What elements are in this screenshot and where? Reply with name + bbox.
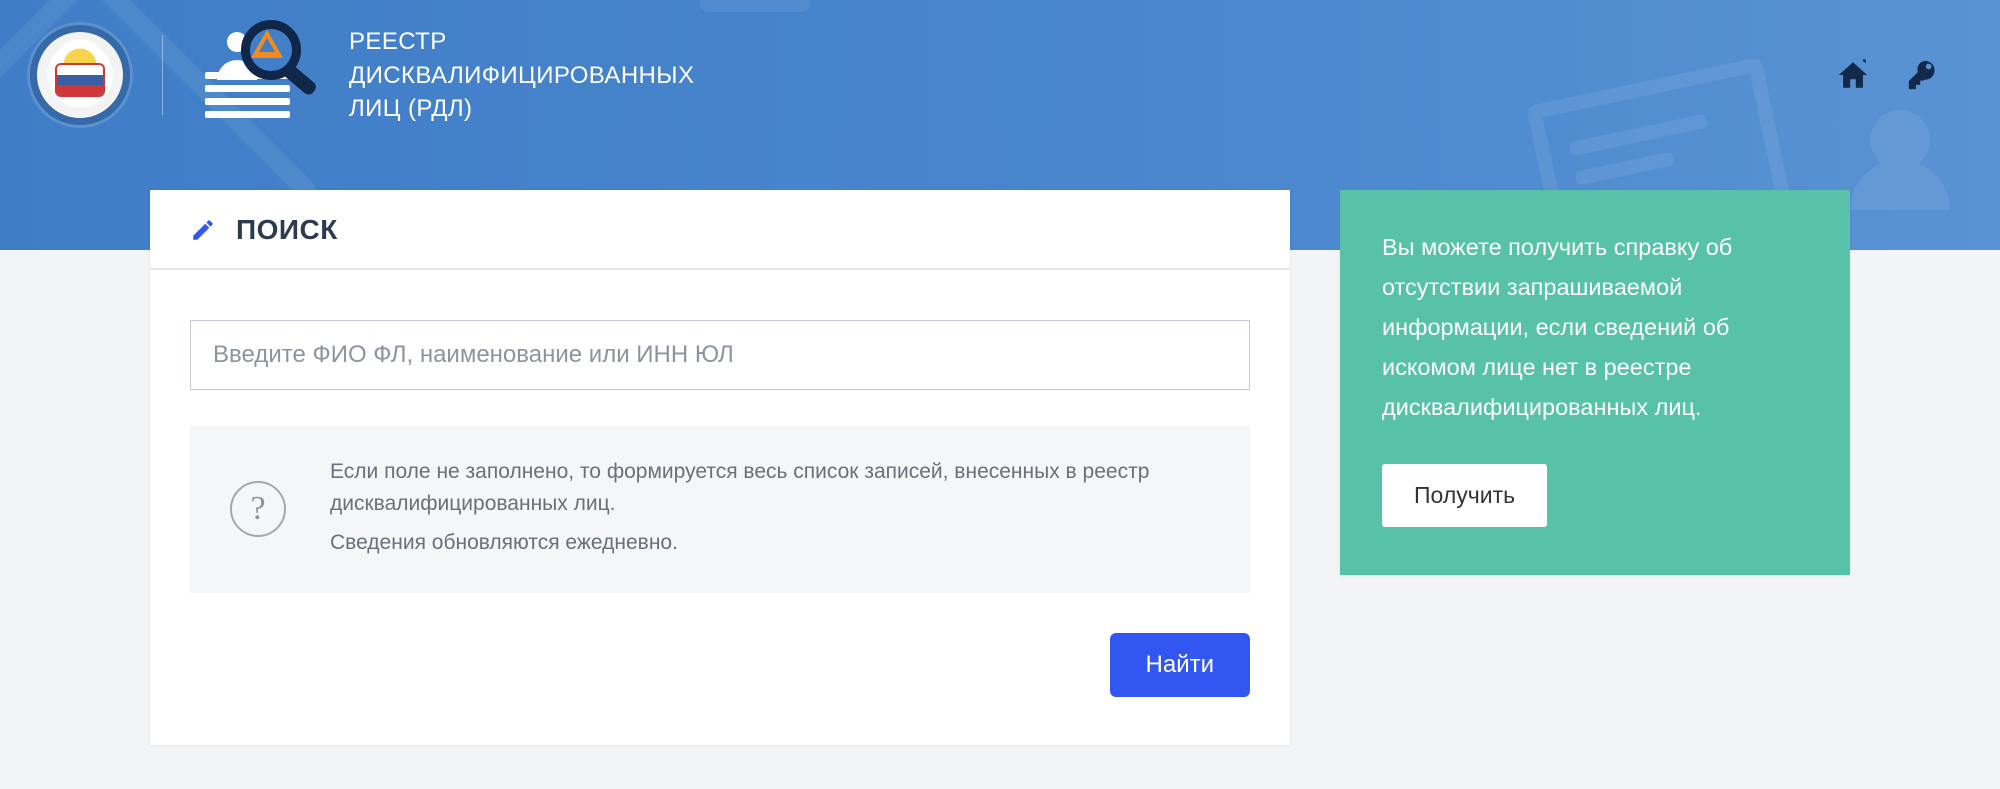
header-actions — [1836, 58, 1950, 92]
key-icon[interactable] — [1906, 58, 1940, 92]
certificate-text: Вы можете получить справку об отсутствии… — [1382, 228, 1808, 428]
certificate-panel: Вы можете получить справку об отсутствии… — [1340, 190, 1850, 575]
service-logo-icon[interactable] — [195, 30, 305, 120]
search-hint: ? Если поле не заполнено, то формируется… — [190, 426, 1250, 593]
search-panel: ПОИСК ? Если поле не заполнено, то форми… — [150, 190, 1290, 745]
question-icon: ? — [230, 481, 286, 537]
fns-emblem-icon[interactable] — [30, 25, 130, 125]
hint-line: Сведения обновляются ежедневно. — [330, 527, 1214, 559]
divider — [162, 35, 163, 115]
get-certificate-button[interactable]: Получить — [1382, 464, 1547, 527]
search-input[interactable] — [190, 320, 1250, 390]
search-panel-title: ПОИСК — [236, 214, 338, 246]
app-title: РЕЕСТР ДИСКВАЛИФИЦИРОВАННЫХ ЛИЦ (РДЛ) — [349, 25, 694, 126]
search-panel-header: ПОИСК — [150, 190, 1290, 270]
home-icon[interactable] — [1836, 58, 1870, 92]
hint-line: Если поле не заполнено, то формируется в… — [330, 456, 1214, 519]
search-submit-button[interactable]: Найти — [1110, 633, 1250, 697]
pencil-icon — [190, 217, 216, 243]
